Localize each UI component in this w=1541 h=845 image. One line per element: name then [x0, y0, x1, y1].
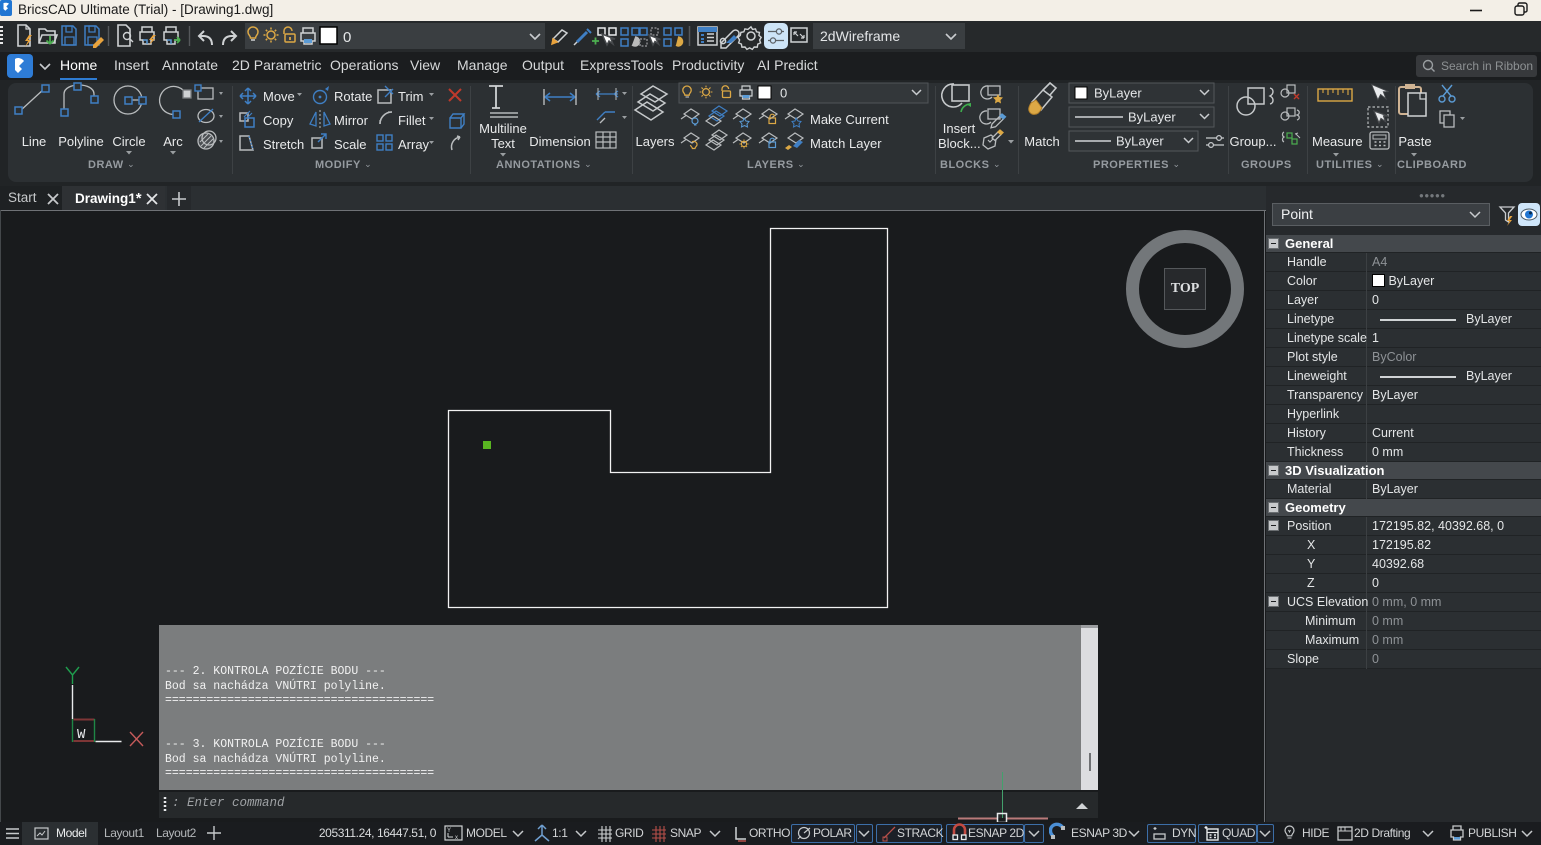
svg-text:W: W	[77, 727, 86, 743]
svg-text:0: 0	[343, 29, 351, 46]
svg-text:0: 0	[780, 86, 787, 101]
svg-text:ByLayer: ByLayer	[1116, 134, 1164, 149]
svg-text:2dWireframe: 2dWireframe	[820, 28, 900, 44]
svg-text:ByLayer: ByLayer	[1094, 86, 1142, 101]
svg-text:x: x	[455, 835, 458, 841]
svg-text:ByLayer: ByLayer	[1128, 110, 1176, 125]
